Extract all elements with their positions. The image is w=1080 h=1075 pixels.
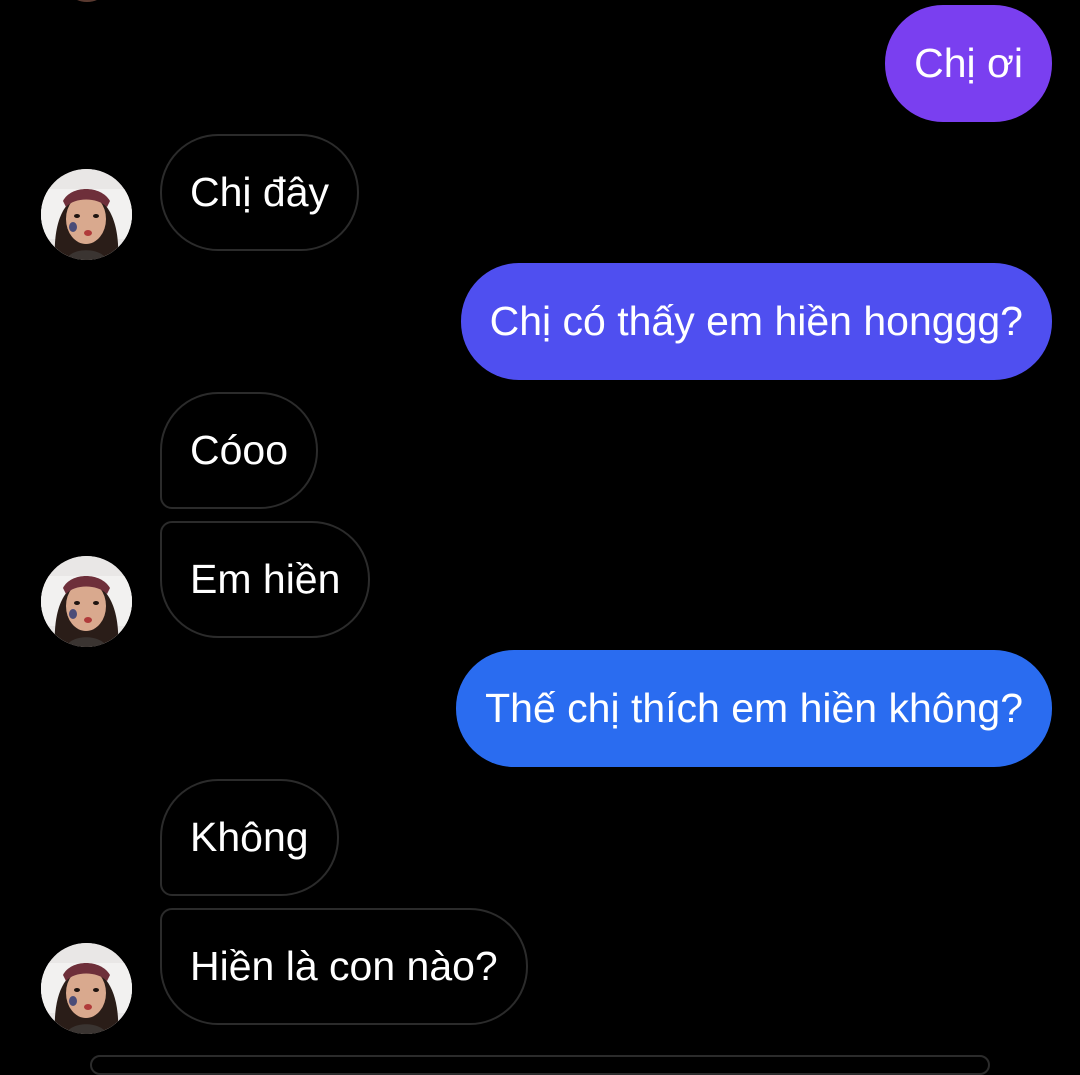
incoming-message[interactable]: Em hiền	[160, 521, 371, 638]
incoming-message[interactable]: Hiền là con nào?	[160, 908, 528, 1025]
outgoing-message[interactable]: Chị có thấy em hiền honggg?	[460, 263, 1052, 380]
incoming-message[interactable]: Cóoo	[160, 392, 319, 509]
contact-avatar-icon[interactable]	[41, 943, 132, 1034]
incoming-message[interactable]: Chị đây	[160, 134, 360, 251]
message-thread[interactable]: Chị ơi Chị đây Chị có thấy em hiền hongg…	[0, 0, 1080, 1075]
avatar-photo-icon	[41, 169, 132, 260]
avatar-photo-icon	[41, 943, 132, 1034]
outgoing-message[interactable]: Chị ơi	[885, 5, 1052, 122]
composer-edge	[90, 1055, 990, 1075]
outgoing-message[interactable]: Thế chị thích em hiền không?	[456, 650, 1052, 767]
partial-avatar-top	[72, 0, 102, 2]
contact-avatar-icon[interactable]	[41, 169, 132, 260]
incoming-message[interactable]: Không	[160, 779, 339, 896]
contact-avatar-icon[interactable]	[41, 556, 132, 647]
avatar-photo-icon	[41, 556, 132, 647]
